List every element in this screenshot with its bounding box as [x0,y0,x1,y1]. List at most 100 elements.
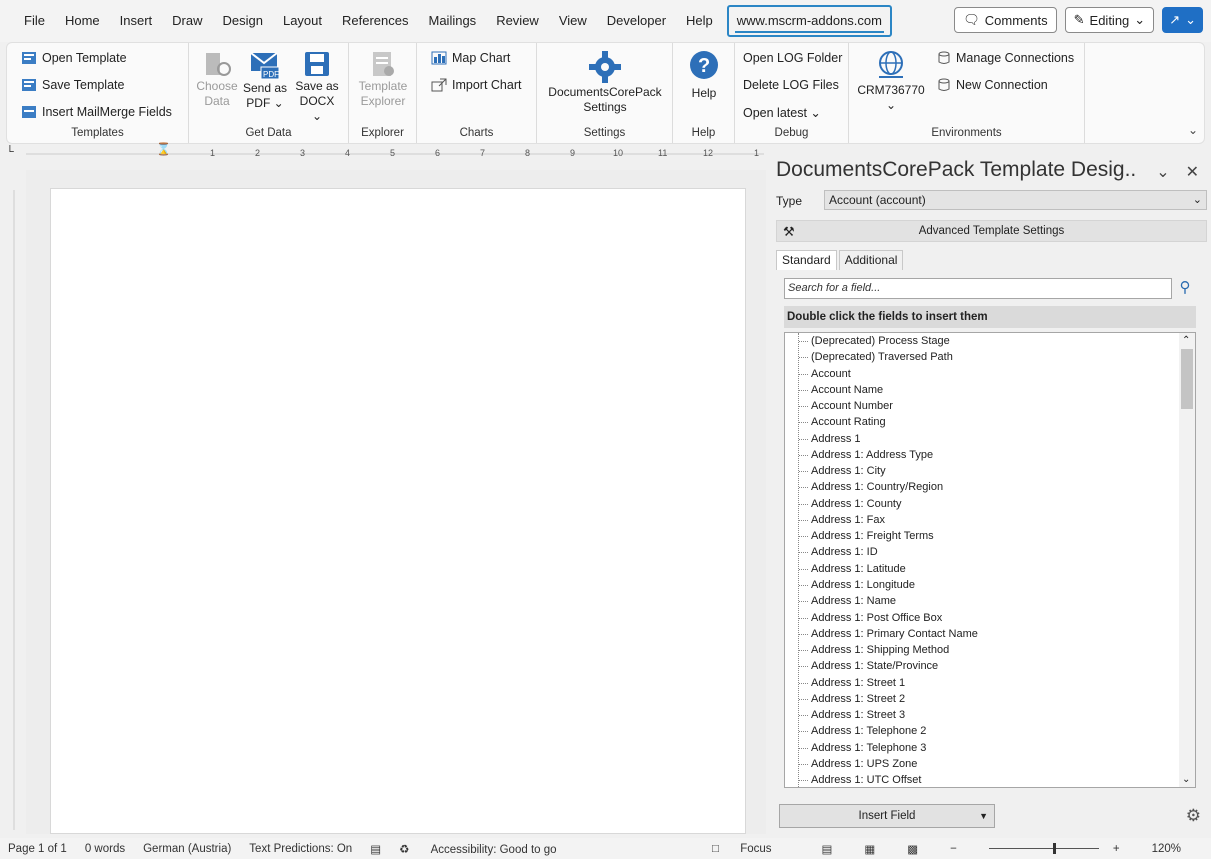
editing-mode-button[interactable]: ✎ Editing ⌄ [1064,7,1155,33]
list-item[interactable]: Address 1: County [785,496,1195,512]
list-item[interactable]: Address 1: Shipping Method [785,642,1195,658]
list-item[interactable]: Address 1: Address Type [785,447,1195,463]
menu-file[interactable]: File [14,1,55,41]
close-icon[interactable]: ✕ [1186,162,1199,182]
language-indicator[interactable]: German (Austria) [143,843,231,855]
search-icon[interactable]: ⚲ [1174,278,1196,299]
choose-data-line2: Data [204,94,230,108]
save-template-label: Save Template [42,78,125,92]
field-search-input[interactable]: Search for a field... [784,278,1172,299]
menu-mailings[interactable]: Mailings [419,1,487,41]
list-item[interactable]: Account Number [785,398,1195,414]
menu-review[interactable]: Review [486,1,549,41]
ribbon-collapse-icon[interactable]: ⌄ [1188,123,1198,137]
list-item[interactable]: Account [785,366,1195,382]
list-item[interactable]: Address 1: UTC Offset [785,772,1195,787]
type-select[interactable]: Account (account) ⌄ [824,190,1207,210]
save-as-docx-button[interactable]: Save as DOCX ⌄ [293,49,341,124]
insert-mailmerge-button[interactable]: Insert MailMerge Fields [21,105,172,119]
page-count[interactable]: Page 1 of 1 [8,843,67,855]
menu-home[interactable]: Home [55,1,110,41]
menu-developer[interactable]: Developer [597,1,676,41]
list-item[interactable]: Address 1: Name [785,593,1195,609]
text-predictions-status[interactable]: Text Predictions: On [249,843,352,855]
scrollbar-thumb[interactable] [1181,349,1193,409]
gear-icon[interactable]: ⚙ [1186,806,1201,826]
scroll-down-icon[interactable]: ⌄ [1182,774,1190,785]
menu-mscrm-addons-tab[interactable]: www.mscrm-addons.com [726,5,892,37]
insert-field-button[interactable]: Insert Field ▼ [779,804,995,828]
menu-design[interactable]: Design [213,1,273,41]
zoom-out-button[interactable]: − [950,843,957,855]
save-template-button[interactable]: Save Template [21,78,124,92]
open-latest-button[interactable]: Open latest ⌄ [743,105,821,120]
list-item[interactable]: Address 1: Street 1 [785,675,1195,691]
list-item[interactable]: (Deprecated) Process Stage [785,333,1195,349]
accessibility-status[interactable]: ♻ Accessibility: Good to go [399,842,574,856]
list-item[interactable]: Address 1: Primary Contact Name [785,626,1195,642]
open-template-button[interactable]: Open Template [21,51,127,65]
template-explorer-icon [373,52,394,76]
zoom-slider-thumb[interactable] [1052,843,1056,854]
read-mode-icon[interactable]: ▤ [822,842,833,856]
indent-marker-icon[interactable]: ⌛ [156,142,171,156]
list-item[interactable]: Address 1: Latitude [785,561,1195,577]
document-page[interactable] [50,188,746,834]
map-chart-button[interactable]: Map Chart [431,51,510,65]
list-item[interactable]: Address 1: ID [785,544,1195,560]
list-item[interactable]: Address 1: Country/Region [785,479,1195,495]
menu-layout[interactable]: Layout [273,1,332,41]
comments-button[interactable]: 🗨 Comments [954,7,1057,33]
menu-references[interactable]: References [332,1,418,41]
list-item[interactable]: Address 1: Telephone 2 [785,723,1195,739]
zoom-in-button[interactable]: + [1113,843,1120,855]
menu-view[interactable]: View [549,1,597,41]
new-connection-button[interactable]: New Connection [937,78,1048,92]
delete-log-files-button[interactable]: Delete LOG Files [743,78,839,92]
documentscorepack-settings-button[interactable]: DocumentsCorePack Settings [541,49,669,115]
help-button[interactable]: ? Help [679,49,729,101]
field-list-scrollbar[interactable]: ⌃ ⌄ [1179,333,1195,787]
manage-connections-button[interactable]: Manage Connections [937,51,1074,65]
list-item[interactable]: Address 1: UPS Zone [785,756,1195,772]
tab-stop-selector[interactable]: └ [6,146,14,158]
list-item[interactable]: Address 1: Freight Terms [785,528,1195,544]
list-item[interactable]: Address 1: City [785,463,1195,479]
list-item[interactable]: Address 1: Telephone 3 [785,740,1195,756]
list-item[interactable]: Address 1 [785,431,1195,447]
share-button[interactable]: ↗ ⌄ [1162,7,1203,33]
choose-data-button[interactable]: Choose Data [196,49,238,109]
web-layout-icon[interactable]: ▩ [907,842,918,856]
print-layout-icon[interactable]: ▦ [864,842,875,856]
menu-draw[interactable]: Draw [162,1,212,41]
list-item[interactable]: Address 1: Street 2 [785,691,1195,707]
menu-insert[interactable]: Insert [110,1,163,41]
list-item[interactable]: Address 1: Longitude [785,577,1195,593]
pane-options-chevron-icon[interactable]: ⌄ [1156,162,1169,182]
open-template-label: Open Template [42,51,127,65]
zoom-slider[interactable] [988,843,1099,854]
advanced-template-settings-button[interactable]: ⚒ Advanced Template Settings [776,220,1207,242]
focus-button[interactable]: □ Focus [712,843,789,855]
import-chart-button[interactable]: Import Chart [431,78,521,92]
list-item[interactable]: Address 1: Street 3 [785,707,1195,723]
tab-standard[interactable]: Standard [776,250,837,270]
list-item[interactable]: (Deprecated) Traversed Path [785,349,1195,365]
crm-environment-button[interactable]: CRM736770 ⌄ [853,49,929,113]
dropdown-triangle-icon: ▼ [979,811,988,821]
open-log-folder-button[interactable]: Open LOG Folder [743,51,842,65]
template-explorer-button[interactable]: Template Explorer [353,49,413,109]
list-item[interactable]: Address 1: Post Office Box [785,610,1195,626]
tab-additional[interactable]: Additional [838,250,904,270]
send-as-pdf-button[interactable]: PDF Send as PDF ⌄ [241,49,289,111]
menu-help[interactable]: Help [676,1,723,41]
list-item[interactable]: Address 1: Fax [785,512,1195,528]
list-item[interactable]: Account Name [785,382,1195,398]
chevron-down-icon: ⌄ [1185,12,1196,27]
macro-recording-icon[interactable]: ▤ [370,842,381,856]
word-count[interactable]: 0 words [85,843,125,855]
list-item[interactable]: Account Rating [785,414,1195,430]
list-item[interactable]: Address 1: State/Province [785,658,1195,674]
scroll-up-icon[interactable]: ⌃ [1182,335,1190,346]
zoom-level[interactable]: 120% [1152,843,1181,855]
